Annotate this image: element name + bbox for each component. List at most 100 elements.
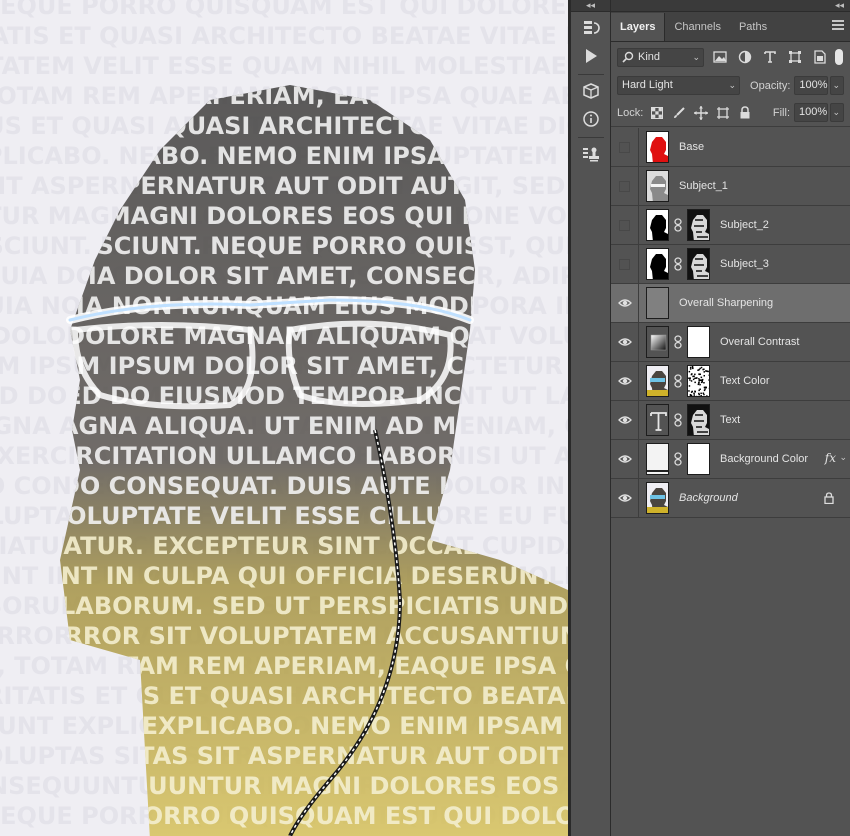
eye-icon[interactable] [611, 479, 639, 517]
layer-thumbnail[interactable] [646, 131, 669, 163]
adjustment-filter-icon[interactable] [736, 48, 754, 66]
layer-row[interactable]: Subject_1 [611, 167, 850, 206]
fill-value: 100% [799, 106, 828, 118]
link-icon[interactable] [671, 373, 685, 389]
panel-collapse-icon[interactable]: ◂◂ [611, 0, 850, 12]
smart-object-filter-icon[interactable] [811, 48, 829, 66]
background-text-line: UPTATEM VELIT ESSE QUAM NIHIL MOLESTIAE … [0, 52, 568, 80]
panel-tabs: Layers Channels Paths [611, 12, 850, 42]
play-actions-icon[interactable] [578, 44, 604, 68]
link-icon[interactable] [671, 256, 685, 272]
portrait-text-line: SUNT IN CULPA QUI OFFICIA DESERUNT MOLLI… [24, 562, 568, 590]
info-icon[interactable] [578, 107, 604, 131]
filter-toggle[interactable] [835, 49, 843, 65]
layer-thumbnail[interactable] [646, 482, 669, 514]
layer-thumbnail[interactable] [646, 248, 669, 280]
fx-icon[interactable]: fx [825, 451, 836, 465]
fill-dropdown[interactable]: ⌄ [830, 103, 844, 122]
layer-name[interactable]: Subject_3 [720, 258, 769, 270]
layer-row[interactable]: Overall Contrast [611, 323, 850, 362]
lock-all-icon[interactable] [737, 105, 753, 121]
3d-cube-icon[interactable] [578, 79, 604, 103]
layer-name[interactable]: Subject_1 [679, 180, 728, 192]
filter-kind-label: Kind [638, 50, 661, 63]
shape-filter-icon[interactable] [786, 48, 804, 66]
history-icon[interactable] [578, 16, 604, 40]
eye-icon[interactable] [611, 401, 639, 439]
opacity-label: Opacity: [750, 79, 791, 92]
background-text-line: NEQUE PORRO QUISQUAM EST QUI DOLOREM IPS… [0, 0, 568, 20]
visibility-toggle[interactable] [611, 167, 639, 205]
layer-name[interactable]: Text Color [720, 375, 770, 387]
lock-position-icon[interactable] [693, 105, 709, 121]
layer-mask-thumbnail[interactable] [687, 326, 710, 358]
chevron-down-icon: ⌄ [832, 107, 840, 117]
link-icon[interactable] [671, 217, 685, 233]
layer-row[interactable]: Background [611, 479, 850, 518]
layer-row[interactable]: Subject_3 [611, 245, 850, 284]
layer-mask-thumbnail[interactable] [687, 404, 710, 436]
layer-name[interactable]: Overall Sharpening [679, 297, 773, 309]
panel-menu-icon[interactable] [832, 20, 844, 32]
layer-mask-thumbnail[interactable] [687, 365, 710, 397]
filter-kind-select[interactable]: Kind ⌄ [617, 47, 704, 69]
fill-label: Fill: [772, 106, 790, 119]
layer-row[interactable]: Overall Sharpening [611, 284, 850, 323]
eye-icon[interactable] [611, 362, 639, 400]
visibility-toggle[interactable] [611, 128, 639, 166]
layer-row[interactable]: Background Color fx ⌄ [611, 440, 850, 479]
search-icon [622, 51, 634, 69]
lock-transparent-pixels-icon[interactable] [649, 105, 665, 121]
lock-artboard-icon[interactable] [715, 105, 731, 121]
layer-thumbnail[interactable] [646, 404, 669, 436]
layer-row[interactable]: Subject_2 [611, 206, 850, 245]
layer-mask-thumbnail[interactable] [687, 443, 710, 475]
layer-row[interactable]: Text Color [611, 362, 850, 401]
link-icon[interactable] [671, 451, 685, 467]
visibility-toggle[interactable] [611, 245, 639, 283]
eye-icon[interactable] [611, 323, 639, 361]
layer-name[interactable]: Background Color [720, 453, 808, 465]
eye-icon[interactable] [611, 440, 639, 478]
chevron-down-icon: ⌄ [692, 51, 700, 62]
tab-channels[interactable]: Channels [665, 13, 729, 41]
tab-layers[interactable]: Layers [611, 13, 666, 41]
collapse-icon[interactable]: ◂◂ [571, 0, 610, 12]
layer-thumbnail[interactable] [646, 170, 669, 202]
layer-name[interactable]: Background [679, 492, 738, 504]
lock-image-pixels-icon[interactable] [671, 105, 687, 121]
document-canvas[interactable]: NEQUE PORRO QUISQUAM EST QUI DOLOREM IPS… [0, 0, 568, 836]
tab-paths[interactable]: Paths [730, 13, 776, 41]
chevron-down-icon: ⌄ [832, 80, 840, 90]
pixel-filter-icon[interactable] [711, 48, 729, 66]
layer-row[interactable]: Base [611, 128, 850, 167]
layer-filter-row: Kind ⌄ [611, 42, 850, 72]
blend-mode-value: Hard Light [622, 79, 673, 91]
layer-name[interactable]: Text [720, 414, 740, 426]
eye-icon[interactable] [611, 284, 639, 322]
fill-input[interactable]: 100% [794, 103, 828, 122]
layer-thumbnail[interactable] [646, 209, 669, 241]
link-icon[interactable] [671, 412, 685, 428]
type-filter-icon[interactable] [761, 48, 779, 66]
layer-name[interactable]: Base [679, 141, 704, 153]
layer-name[interactable]: Overall Contrast [720, 336, 799, 348]
blend-mode-select[interactable]: Hard Light ⌄ [617, 76, 741, 95]
layer-thumbnail[interactable] [646, 443, 669, 475]
opacity-dropdown[interactable]: ⌄ [830, 76, 844, 95]
photoshop-workspace: NEQUE PORRO QUISQUAM EST QUI DOLOREM IPS… [0, 0, 850, 836]
layer-thumbnail[interactable] [646, 365, 669, 397]
layer-row[interactable]: Text [611, 401, 850, 440]
layer-thumbnail[interactable] [646, 326, 669, 358]
visibility-toggle[interactable] [611, 206, 639, 244]
layer-mask-thumbnail[interactable] [687, 248, 710, 280]
clone-source-icon[interactable] [578, 142, 604, 166]
layer-thumbnail[interactable] [646, 287, 669, 319]
layer-list: Base Subject_1 Subject_2 Subject_3 Overall S… [611, 128, 850, 518]
chevron-down-icon[interactable]: ⌄ [839, 452, 847, 463]
portrait-text-line: LABORUM. SED UT PERSPICIATIS UNDE OMNIS … [60, 592, 568, 620]
opacity-input[interactable]: 100% [794, 76, 829, 95]
layer-mask-thumbnail[interactable] [687, 209, 710, 241]
link-icon[interactable] [671, 334, 685, 350]
layer-name[interactable]: Subject_2 [720, 219, 769, 231]
